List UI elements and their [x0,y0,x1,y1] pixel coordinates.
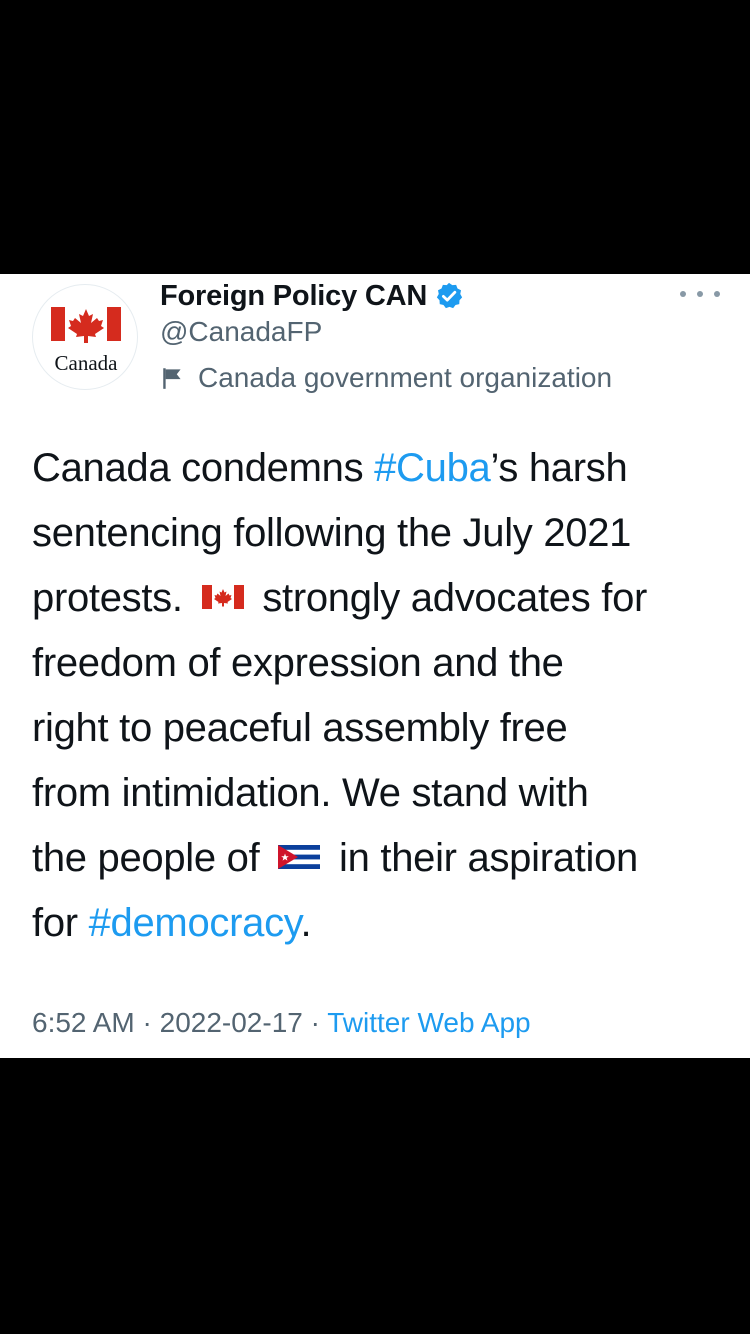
tweet-text-segment: in their aspiration [328,836,638,880]
tweet-text-segment: strongly advocates for [251,576,648,620]
verified-badge-icon [434,281,464,311]
tweet-text-segment: the people of [32,836,271,880]
tweet-line: protests. strongly advocates for [32,566,718,631]
tweet-line: from intimidation. We stand with [32,761,718,826]
tweet-line: right to peaceful assembly free [32,696,718,761]
tweet-text-segment: freedom of expression and the [32,641,564,685]
government-label-text[interactable]: Canada government organization [198,362,612,394]
meta-separator: · [302,1007,328,1038]
tweet-source-link[interactable]: Twitter Web App [327,1007,530,1038]
canada-flag-emoji-icon [201,585,244,610]
flag-icon [160,365,186,391]
tweet-line: sentencing following the July 2021 [32,501,718,566]
tweet-date[interactable]: 2022-02-17 [160,1007,303,1038]
tweet-text-segment: right to peaceful assembly free [32,706,568,750]
tweet-text-segment: ’s harsh [490,446,628,490]
hashtag-link[interactable]: #democracy [89,901,301,945]
tweet-time[interactable]: 6:52 AM [32,1007,135,1038]
black-letterbox-bottom [0,1058,750,1334]
tweet-text: Canada condemns #Cuba’s harsh sentencing … [32,436,718,956]
avatar[interactable]: Canada [32,284,138,390]
tweet-line: the people of in their aspiration [32,826,718,891]
author-name-row[interactable]: Foreign Policy CAN [160,276,464,316]
tweet-text-segment: protests. [32,576,194,620]
cuba-flag-emoji-icon [278,845,321,870]
tweet-text-segment: . [300,901,312,945]
tweet-line: freedom of expression and the [32,631,718,696]
tweet-text-segment: for [32,901,89,945]
tweet-card[interactable]: Canada Foreign Policy CAN @CanadaFP Cana… [0,274,750,1058]
tweet-text-segment: sentencing following the July 2021 [32,511,632,555]
avatar-wordmark: Canada [54,351,118,375]
user-handle[interactable]: @CanadaFP [160,316,322,348]
tweet-line: for #democracy. [32,891,718,956]
government-label[interactable]: Canada government organization [160,362,612,394]
tweet-line: Canada condemns #Cuba’s harsh [32,436,718,501]
tweet-text-segment: from intimidation. We stand with [32,771,589,815]
hashtag-link[interactable]: #Cuba [374,446,491,490]
more-options-icon[interactable] [680,282,720,306]
meta-separator: · [134,1007,160,1038]
black-letterbox-top [0,0,750,274]
tweet-text-segment: Canada condemns [32,446,375,490]
display-name[interactable]: Foreign Policy CAN [160,280,427,313]
tweet-meta: 6:52 AM · 2022-02-17 · Twitter Web App [32,1007,531,1039]
